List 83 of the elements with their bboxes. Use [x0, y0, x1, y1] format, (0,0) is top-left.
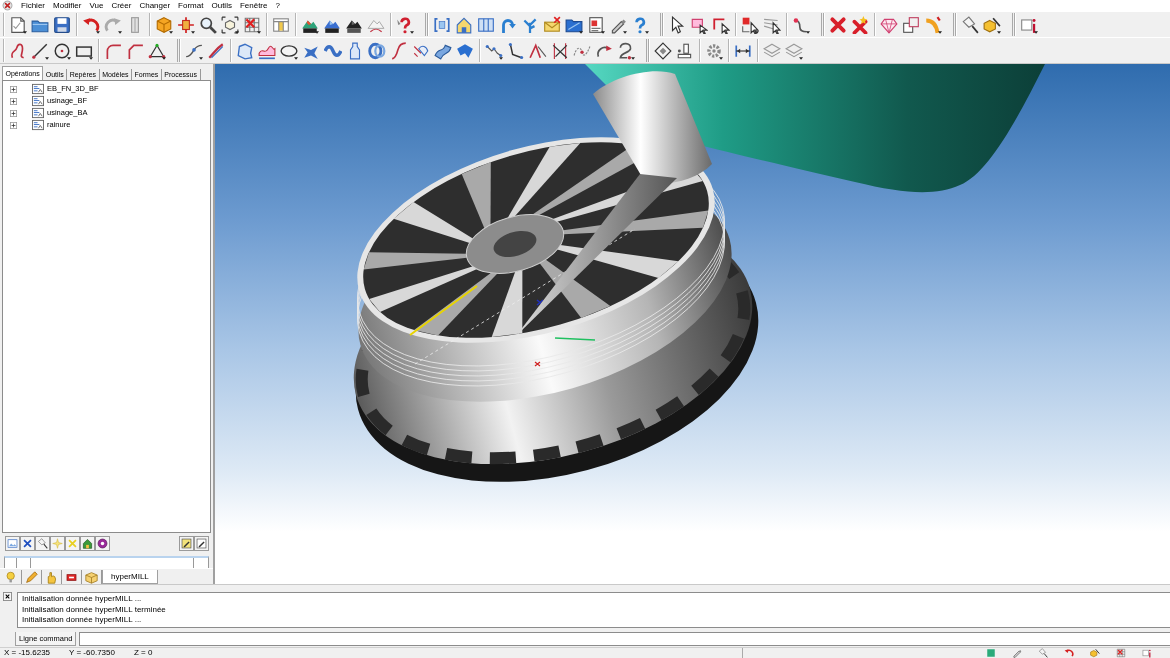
pen-icon[interactable]	[1012, 648, 1022, 658]
coordinate-readout: Z = 0	[133, 648, 153, 658]
menu-item[interactable]: Fichier	[17, 0, 49, 11]
coordinate-readout: X = -15.6235	[4, 648, 51, 658]
undo-arrow-icon[interactable]	[82, 15, 100, 34]
cube-tool-icon[interactable]	[983, 15, 1001, 34]
cube-icon[interactable]	[155, 15, 173, 34]
curve-point-icon[interactable]	[792, 15, 810, 34]
blob-shape-icon[interactable]	[236, 41, 254, 60]
edit-icon[interactable]	[181, 538, 192, 549]
menu-item[interactable]: Créer	[107, 0, 136, 11]
tool-icon[interactable]	[961, 15, 979, 34]
cross-icon[interactable]	[829, 15, 847, 34]
cross-icon[interactable]	[22, 538, 33, 549]
hook-curve-icon[interactable]	[617, 41, 635, 60]
cross-star-icon[interactable]	[851, 15, 869, 34]
box-icon	[85, 570, 98, 584]
freehand-curve-icon[interactable]	[9, 41, 27, 60]
menu-item[interactable]: Format	[174, 0, 208, 11]
operation-list-icon	[32, 107, 44, 119]
circle-icon[interactable]	[53, 41, 71, 60]
undo-arrow-icon[interactable]	[1064, 648, 1074, 658]
expand-icon[interactable]	[10, 121, 17, 129]
document-icon[interactable]	[587, 15, 605, 34]
close-icon[interactable]	[3, 592, 12, 601]
expand-icon[interactable]	[10, 85, 17, 93]
grid-cross-icon[interactable]	[243, 15, 261, 34]
expand-icon[interactable]	[10, 109, 17, 117]
box-arrows-icon[interactable]	[177, 15, 195, 34]
console-line: Initialisation donnée hyperMILL terminée	[22, 604, 167, 615]
frame-cursor-icon[interactable]	[712, 15, 730, 34]
info-icon[interactable]	[1142, 648, 1152, 658]
console-line: Initialisation donnée hyperMILL ...	[22, 615, 143, 626]
columns-icon[interactable]	[477, 15, 495, 34]
line-icon[interactable]	[31, 41, 49, 60]
new-document-icon[interactable]	[9, 15, 27, 34]
menu-item[interactable]: Vue	[85, 0, 108, 11]
s-curve-icon[interactable]	[390, 41, 408, 60]
expand-icon[interactable]	[10, 97, 17, 105]
box-cursor-icon[interactable]	[741, 15, 759, 34]
search-icon[interactable]	[199, 15, 217, 34]
coordinate-readout: Y = -60.7350	[69, 648, 115, 658]
app-icon[interactable]	[2, 0, 13, 11]
table-icon[interactable]	[272, 15, 290, 34]
house-icon[interactable]	[82, 538, 93, 549]
status-square-icon[interactable]	[986, 648, 996, 658]
command-input[interactable]	[79, 632, 1170, 646]
rings-icon[interactable]	[368, 41, 386, 60]
house-icon[interactable]	[455, 15, 473, 34]
image-icon[interactable]	[7, 538, 18, 549]
operation-list-icon	[32, 119, 44, 131]
hand-icon	[45, 570, 58, 584]
operation-list-icon	[32, 95, 44, 107]
console-line: Initialisation donnée hyperMILL ...	[22, 594, 143, 605]
blocks-icon[interactable]	[676, 41, 694, 60]
bracket-icon[interactable]	[433, 15, 451, 34]
menu-item[interactable]: Modifier	[49, 0, 86, 11]
crossing-curves-icon[interactable]	[207, 41, 225, 60]
angle-lines-icon[interactable]	[529, 41, 547, 60]
overlapping-squares-icon[interactable]	[902, 15, 920, 34]
tool-icon[interactable]	[37, 538, 48, 549]
save-icon[interactable]	[53, 15, 71, 34]
envelope-icon[interactable]	[543, 15, 561, 34]
help-icon[interactable]	[396, 15, 414, 34]
cube-tool-icon[interactable]	[1090, 648, 1100, 658]
curve-icon[interactable]	[924, 15, 942, 34]
polyline-icon[interactable]	[507, 41, 525, 60]
zoom-fit-icon[interactable]	[221, 15, 239, 34]
crossed-lines-icon[interactable]	[551, 41, 569, 60]
diamond-icon[interactable]	[654, 41, 672, 60]
edit-icon[interactable]	[196, 538, 207, 549]
menu-item[interactable]: Fenêtre	[235, 0, 272, 11]
pencil-icon	[25, 570, 38, 584]
operation-list-icon	[32, 83, 44, 95]
menu-item[interactable]: Outils	[207, 0, 236, 11]
panel-tab[interactable]	[82, 570, 102, 584]
grid-cross-icon[interactable]	[1116, 648, 1126, 658]
settings-icon[interactable]	[705, 41, 723, 60]
menu-item[interactable]: ?	[271, 0, 284, 11]
triangle-icon[interactable]	[148, 41, 166, 60]
panel-tab[interactable]: hyperMILL	[102, 570, 158, 584]
menu-item[interactable]: Changer	[135, 0, 175, 11]
disc-icon[interactable]	[97, 538, 108, 549]
